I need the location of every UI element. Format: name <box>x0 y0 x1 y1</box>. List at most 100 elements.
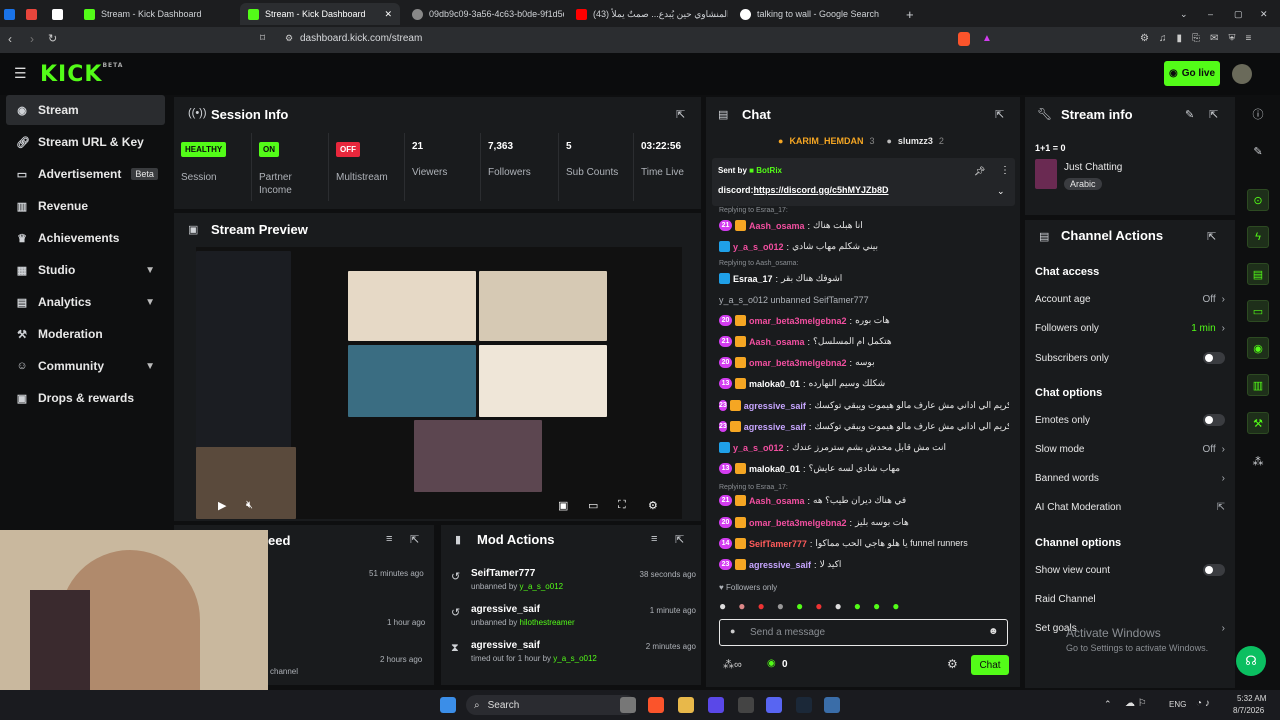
pinned-sender[interactable]: BotRix <box>756 166 782 175</box>
pip-icon[interactable]: ▣ <box>558 499 568 512</box>
chat-username[interactable]: maloka0_01 <box>749 379 800 389</box>
mod-action-by[interactable]: hilothestreamer <box>520 618 575 627</box>
emote-icon[interactable]: ● <box>873 599 880 613</box>
chat-username[interactable]: Aash_osama <box>749 221 805 231</box>
start-icon[interactable] <box>440 697 456 713</box>
notes-icon[interactable]: ▤ <box>1247 263 1269 285</box>
more-icon[interactable]: ⋮ <box>1000 165 1010 176</box>
mute-icon[interactable]: 🔇︎ <box>246 499 253 512</box>
subscribers-only-toggle[interactable] <box>1203 352 1225 364</box>
send-chat-button[interactable]: Chat <box>971 655 1009 675</box>
emote-icon[interactable]: ● <box>719 599 726 613</box>
emoji-icon[interactable]: ☻ <box>988 626 999 637</box>
layout-icon[interactable]: ▥ <box>1247 374 1269 396</box>
broadcast-icon[interactable]: ◉ <box>1247 337 1269 359</box>
kick-logo[interactable]: KICKBETA <box>40 62 123 87</box>
avatar[interactable] <box>1232 64 1252 84</box>
apps-icon[interactable]: ⁂ <box>1247 450 1269 472</box>
play-icon[interactable]: ▶ <box>218 499 226 512</box>
wrench-icon[interactable]: ⚒ <box>1247 412 1269 434</box>
brave-shield-icon[interactable] <box>958 32 970 46</box>
gifter-name[interactable]: slumzz3 <box>898 136 933 146</box>
close-icon[interactable]: ✕ <box>384 9 392 20</box>
tab-pinned-icon[interactable] <box>26 3 40 25</box>
gifter-name[interactable]: KARIM_HEMDAN <box>789 136 863 146</box>
taskbar-search[interactable]: ⌕ Search <box>466 695 636 715</box>
emote-icon[interactable]: ● <box>892 599 899 613</box>
extensions-icons[interactable]: ⚙♫▮⎘✉⛨≡ <box>1140 33 1261 44</box>
message-icon[interactable]: ▭ <box>1247 300 1269 322</box>
tab-google[interactable]: talking to wall - Google Search <box>732 3 897 25</box>
discord-link[interactable]: https://discord.gg/c5hMYJZb8D <box>754 185 889 195</box>
clock-time[interactable]: 5:32 AM <box>1237 694 1266 703</box>
discord-icon[interactable] <box>766 697 782 713</box>
obs-icon[interactable] <box>738 697 754 713</box>
forward-icon[interactable]: › <box>30 32 34 46</box>
notion-icon[interactable] <box>52 3 66 25</box>
info-icon[interactable]: ⓘ <box>1247 103 1269 125</box>
sidebar-item-analytics[interactable]: ▤ Analytics ▼ <box>6 287 165 317</box>
ai-moderation-row[interactable]: AI Chat Moderation ⇱ <box>1035 502 1225 513</box>
chat-username[interactable]: Aash_osama <box>749 496 805 506</box>
popout-icon[interactable]: ⇱ <box>676 108 685 121</box>
tray-chevron-icon[interactable]: ⌃ <box>1104 699 1112 710</box>
sidebar-item-drops-rewards[interactable]: ▣ Drops & rewards <box>6 383 165 413</box>
emote-icon[interactable]: ● <box>796 599 803 613</box>
app-icon[interactable] <box>708 697 724 713</box>
emote-icon[interactable]: ● <box>777 599 784 613</box>
chat-username[interactable]: SeifTamer777 <box>749 539 807 549</box>
new-tab-icon[interactable]: + <box>898 3 914 25</box>
theater-icon[interactable]: ▭ <box>588 499 598 512</box>
popout-icon[interactable]: ⇱ <box>1209 108 1218 121</box>
sidebar-item-revenue[interactable]: ▥ Revenue <box>6 191 165 221</box>
view-count-toggle[interactable] <box>1203 564 1225 576</box>
language-indicator[interactable]: ENG <box>1169 700 1186 709</box>
tab-kick-2[interactable]: Stream - Kick Dashboard ✕ <box>240 3 400 25</box>
tab-file[interactable]: 09db9c09-3a56-4c63-b0de-9f1d5d0... <box>404 3 564 25</box>
rewards-icon[interactable]: ▲ <box>982 33 992 44</box>
moderation-tools-icon[interactable]: ⁂∞ <box>723 658 742 671</box>
chat-username[interactable]: maloka0_01 <box>749 464 800 474</box>
explorer-icon[interactable] <box>678 697 694 713</box>
followers-only-row[interactable]: Followers only 1 min › <box>1035 323 1225 334</box>
sidebar-item-studio[interactable]: ▦ Studio ▼ <box>6 255 165 285</box>
chat-input[interactable]: ● Send a message ☻ <box>719 619 1008 646</box>
stream-video[interactable]: ▶ 🔇︎ ▣ ▭ ⛶ ⚙ <box>196 247 682 519</box>
app-icon[interactable] <box>4 3 18 25</box>
category-name[interactable]: Just Chatting <box>1064 162 1122 173</box>
task-view-icon[interactable] <box>620 697 636 713</box>
bookmark-icon[interactable]: ⌑ <box>260 33 265 44</box>
chat-username[interactable]: y_a_s_o012 <box>733 242 784 252</box>
sidebar-item-community[interactable]: ☺ Community ▼ <box>6 351 165 381</box>
sidebar-item-moderation[interactable]: ⚒ Moderation <box>6 319 165 349</box>
clock-date[interactable]: 8/7/2026 <box>1233 706 1264 715</box>
filter-icon[interactable]: ≡ <box>386 533 392 545</box>
bolt-icon[interactable]: ϟ <box>1247 226 1269 248</box>
target-icon[interactable]: ⊙ <box>1247 189 1269 211</box>
popout-icon[interactable]: ⇱ <box>410 533 419 546</box>
emotes-only-toggle[interactable] <box>1203 414 1225 426</box>
support-button[interactable]: ☊ <box>1236 646 1266 676</box>
window-close-icon[interactable]: ✕ <box>1252 3 1268 25</box>
app-icon[interactable] <box>824 697 840 713</box>
chat-username[interactable]: agressive_saif <box>744 422 806 432</box>
edit-icon[interactable]: ✎ <box>1247 140 1269 162</box>
minimize-icon[interactable]: – <box>1200 3 1216 25</box>
tray-icons[interactable]: ☁ ⚐ <box>1125 698 1147 709</box>
chat-username[interactable]: omar_beta3melgebna2 <box>749 316 847 326</box>
sidebar-item-stream[interactable]: ◉ Stream <box>6 95 165 125</box>
tab-list-icon[interactable]: ⌄ <box>1172 3 1188 25</box>
filter-icon[interactable]: ≡ <box>651 533 657 545</box>
chat-username[interactable]: agressive_saif <box>749 560 811 570</box>
slow-mode-row[interactable]: Slow mode Off › <box>1035 444 1225 455</box>
chat-username[interactable]: omar_beta3melgebna2 <box>749 358 847 368</box>
chevron-down-icon[interactable]: ⌄ <box>997 186 1005 197</box>
sidebar-item-stream-url-key[interactable]: 🔗︎ Stream URL & Key <box>6 127 165 157</box>
mod-action-by[interactable]: y_a_s_o012 <box>520 582 564 591</box>
chat-username[interactable]: y_a_s_o012 <box>733 443 784 453</box>
site-info-icon[interactable]: ⚙ <box>285 33 293 44</box>
steam-icon[interactable] <box>796 697 812 713</box>
tab-youtube[interactable]: (43) المنشاوي حين يُبدع... صمتٌ يملأ <box>568 3 728 25</box>
mod-action-by[interactable]: y_a_s_o012 <box>553 654 597 663</box>
chat-username[interactable]: Esraa_17 <box>733 274 773 284</box>
